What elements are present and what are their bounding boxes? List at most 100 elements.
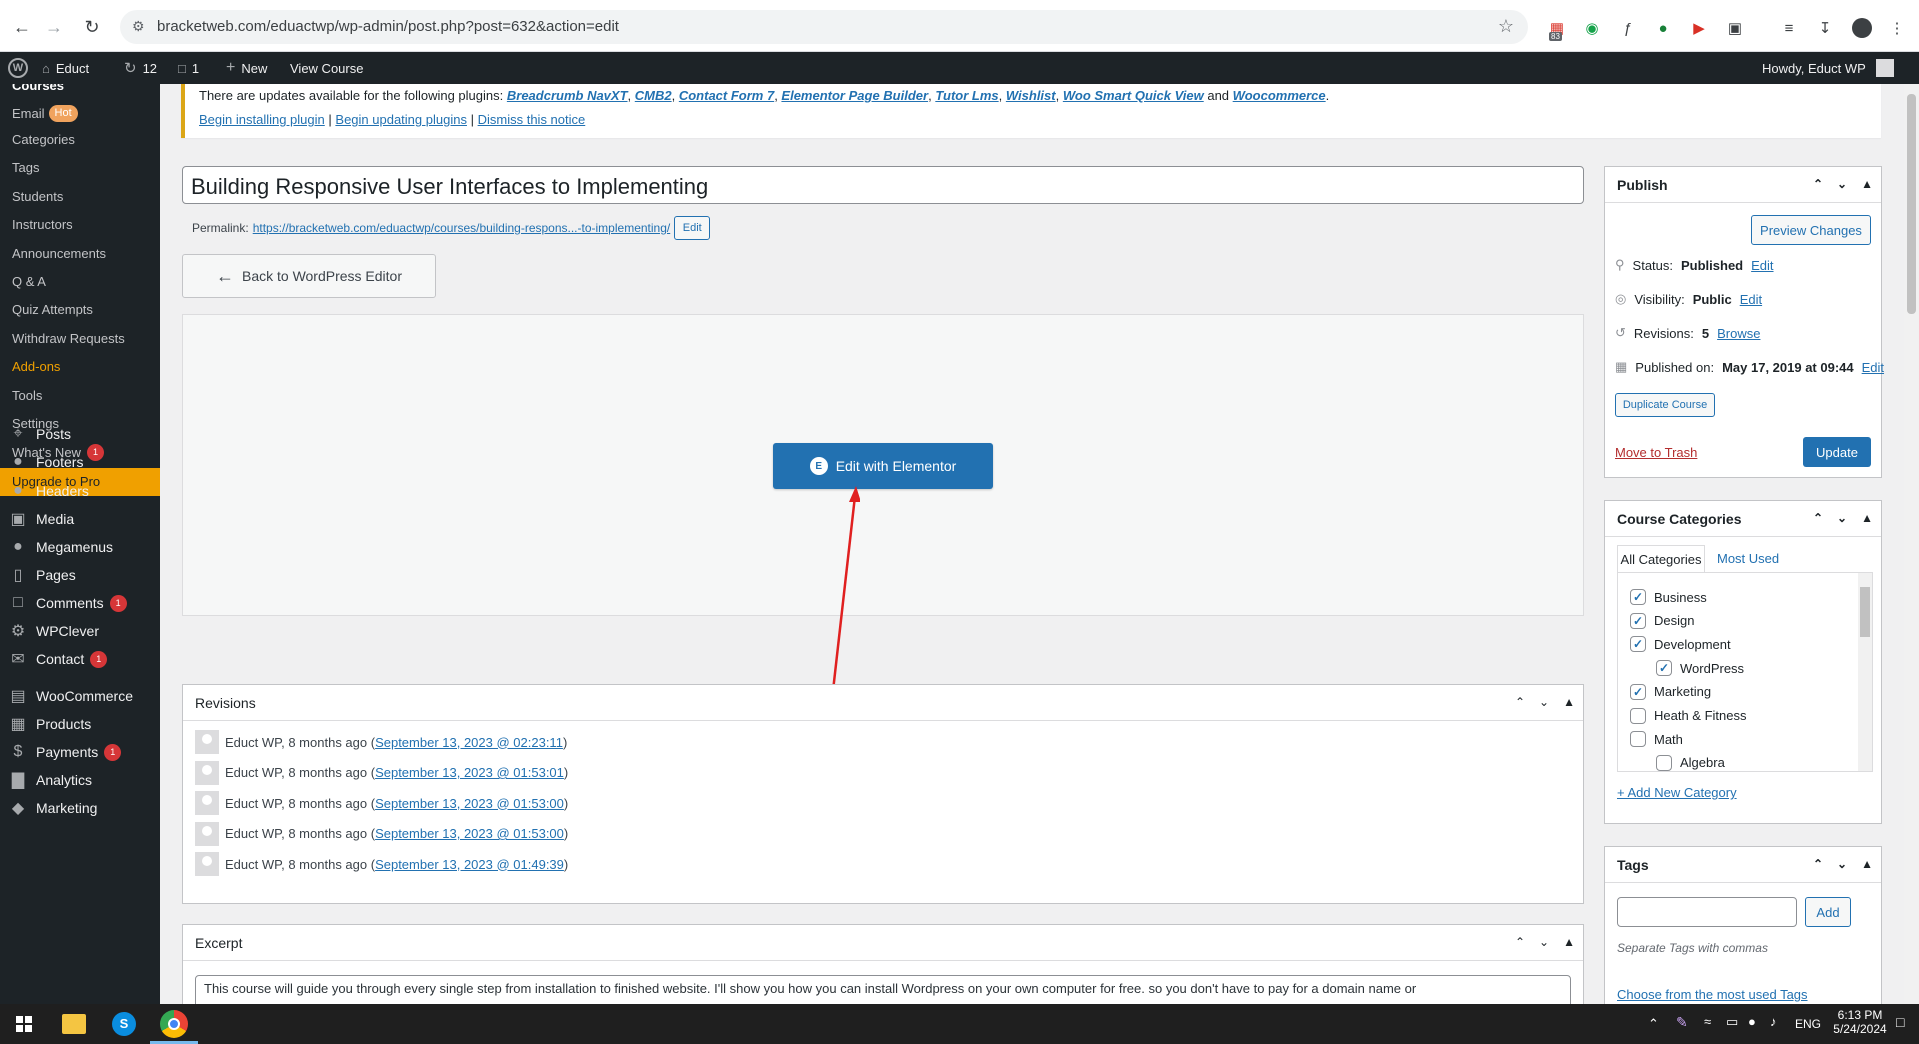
category-checkbox[interactable] — [1630, 707, 1646, 724]
permalink-url[interactable]: https://bracketweb.com/eduactwp/courses/… — [253, 221, 671, 235]
collapse-toggle-icon[interactable]: ▲ — [1861, 177, 1873, 191]
add-tag-button[interactable]: Add — [1805, 897, 1851, 927]
category-checkbox[interactable]: ✓ — [1630, 636, 1646, 653]
permalink-edit-button[interactable]: Edit — [674, 216, 711, 240]
sidebar-item-quiz-attempts[interactable]: Quiz Attempts — [12, 302, 93, 317]
back-arrow-icon[interactable]: ← — [10, 15, 34, 39]
chevron-up-icon[interactable]: ⌃ — [1515, 695, 1525, 709]
category-checkbox[interactable] — [1656, 754, 1672, 771]
back-to-wordpress-editor-button[interactable]: ← Back to WordPress Editor — [182, 254, 436, 298]
download-icon[interactable]: ↧ — [1814, 17, 1836, 39]
sidebar-item-contact[interactable]: ✉ Contact 1 — [0, 642, 160, 676]
revision-date-link[interactable]: September 13, 2023 @ 01:53:00 — [375, 826, 564, 841]
sidebar-item-tools[interactable]: Tools — [12, 388, 42, 403]
bookmark-star-icon[interactable]: ☆ — [1498, 16, 1514, 37]
begin-updating-link[interactable]: Begin updating plugins — [335, 112, 467, 127]
visibility-edit-link[interactable]: Edit — [1740, 292, 1762, 307]
extension-globe-icon[interactable]: ● — [1652, 17, 1674, 39]
sidebar-item-q-a[interactable]: Q & A — [12, 274, 46, 289]
howdy-account-link[interactable]: Howdy, Educt WP — [1762, 52, 1894, 84]
collapse-toggle-icon[interactable]: ▲ — [1563, 695, 1575, 709]
chevron-down-icon[interactable]: ⌄ — [1539, 695, 1549, 709]
pen-icon[interactable]: ✎ — [1676, 1014, 1688, 1031]
chevron-up-icon[interactable]: ⌃ — [1515, 935, 1525, 949]
tab-most-used[interactable]: Most Used — [1717, 551, 1779, 566]
updates-link[interactable]: ↻ 12 — [124, 52, 157, 84]
sidebar-item-email[interactable]: Email Hot — [12, 105, 78, 122]
sidebar-item-instructors[interactable]: Instructors — [12, 217, 73, 232]
chevron-up-icon[interactable]: ⌃ — [1813, 177, 1823, 191]
sidebar-item-withdraw-requests[interactable]: Withdraw Requests — [12, 331, 125, 346]
sidebar-section-courses[interactable]: Courses — [12, 84, 64, 93]
speaker-icon[interactable]: ♪ — [1770, 1014, 1777, 1029]
sidebar-item-announcements[interactable]: Announcements — [12, 246, 106, 261]
address-bar[interactable]: ⚙ bracketweb.com/eduactwp/wp-admin/post.… — [120, 10, 1528, 44]
revision-date-link[interactable]: September 13, 2023 @ 02:23:11 — [375, 735, 563, 750]
comments-link[interactable]: □ 1 — [178, 52, 199, 84]
collapse-toggle-icon[interactable]: ▲ — [1563, 935, 1575, 949]
forward-arrow-icon[interactable]: → — [42, 15, 66, 39]
extension-font-icon[interactable]: ƒ — [1617, 17, 1639, 39]
revision-date-link[interactable]: September 13, 2023 @ 01:53:00 — [375, 796, 564, 811]
duplicate-course-button[interactable]: Duplicate Course — [1615, 393, 1715, 417]
reading-list-icon[interactable]: ≡ — [1778, 17, 1800, 39]
category-item[interactable]: ✓ Business — [1630, 589, 1707, 605]
move-to-trash-link[interactable]: Move to Trash — [1615, 445, 1697, 460]
sidebar-item-tags[interactable]: Tags — [12, 160, 39, 175]
language-indicator[interactable]: ENG — [1795, 1017, 1821, 1031]
edit-with-elementor-button[interactable]: E Edit with Elementor — [773, 443, 993, 489]
category-item[interactable]: Algebra — [1656, 754, 1725, 771]
add-new-category-link[interactable]: + Add New Category — [1617, 785, 1737, 800]
wordpress-logo-icon[interactable]: W — [8, 52, 28, 84]
sidebar-item-add-ons[interactable]: Add-ons — [12, 359, 60, 374]
post-title-input[interactable]: Building Responsive User Interfaces to I… — [182, 166, 1584, 204]
category-checkbox[interactable]: ✓ — [1630, 683, 1646, 700]
windows-start-icon[interactable] — [16, 1016, 32, 1032]
dismiss-notice-link[interactable]: Dismiss this notice — [478, 112, 586, 127]
battery-icon[interactable]: ▭ — [1726, 1014, 1738, 1030]
reload-icon[interactable]: ↻ — [80, 15, 104, 39]
plugin-link[interactable]: CMB2 — [635, 88, 672, 103]
chevron-down-icon[interactable]: ⌄ — [1539, 935, 1549, 949]
revision-date-link[interactable]: September 13, 2023 @ 01:49:39 — [375, 857, 564, 872]
plugin-link-woocommerce[interactable]: Woocommerce — [1233, 88, 1326, 103]
category-checkbox[interactable]: ✓ — [1630, 589, 1646, 605]
category-item[interactable]: ✓ WordPress — [1656, 660, 1744, 677]
plugin-link[interactable]: Woo Smart Quick View — [1063, 88, 1204, 103]
begin-installing-link[interactable]: Begin installing plugin — [199, 112, 325, 127]
chrome-taskbar-icon[interactable] — [160, 1010, 188, 1038]
preview-changes-button[interactable]: Preview Changes — [1751, 215, 1871, 245]
plugin-link[interactable]: Tutor Lms — [935, 88, 998, 103]
collapse-toggle-icon[interactable]: ▲ — [1861, 857, 1873, 871]
update-button[interactable]: Update — [1803, 437, 1871, 467]
category-item[interactable]: ✓ Marketing — [1630, 683, 1711, 700]
scrollbar[interactable] — [1858, 573, 1872, 771]
choose-most-used-tags-link[interactable]: Choose from the most used Tags — [1617, 987, 1808, 1002]
published-edit-link[interactable]: Edit — [1862, 360, 1884, 375]
status-edit-link[interactable]: Edit — [1751, 258, 1773, 273]
scrollbar-thumb[interactable] — [1860, 587, 1870, 637]
tags-input[interactable] — [1617, 897, 1797, 927]
category-checkbox[interactable]: ✓ — [1656, 660, 1672, 677]
page-scrollbar-thumb[interactable] — [1907, 94, 1916, 314]
clock[interactable]: 6:13 PM 5/24/2024 — [1832, 1008, 1888, 1036]
chevron-down-icon[interactable]: ⌄ — [1837, 857, 1847, 871]
notifications-icon[interactable]: □ — [1896, 1014, 1904, 1030]
category-item[interactable]: ✓ Development — [1630, 636, 1731, 653]
sidebar-item-categories[interactable]: Categories — [12, 132, 75, 147]
file-explorer-icon[interactable] — [62, 1014, 86, 1034]
site-settings-icon[interactable]: ⚙ — [132, 18, 145, 35]
extension-grammarly-icon[interactable]: ◉ — [1581, 17, 1603, 39]
plugin-link[interactable]: Breadcrumb NavXT — [507, 88, 628, 103]
extension-video-icon[interactable]: ▶ — [1688, 17, 1710, 39]
page-scrollbar[interactable] — [1904, 84, 1919, 1004]
chevron-up-icon[interactable]: ⌃ — [1813, 857, 1823, 871]
extensions-puzzle-icon[interactable]: ▣ — [1724, 17, 1746, 39]
collapse-toggle-icon[interactable]: ▲ — [1861, 511, 1873, 525]
view-course-link[interactable]: View Course — [290, 52, 363, 84]
tab-all-categories[interactable]: All Categories — [1617, 545, 1705, 573]
new-content-link[interactable]: + New — [226, 52, 267, 84]
plugin-link[interactable]: Contact Form 7 — [679, 88, 774, 103]
microphone-icon[interactable]: ● — [1748, 1014, 1756, 1029]
chrome-menu-icon[interactable]: ⋮ — [1886, 17, 1908, 39]
